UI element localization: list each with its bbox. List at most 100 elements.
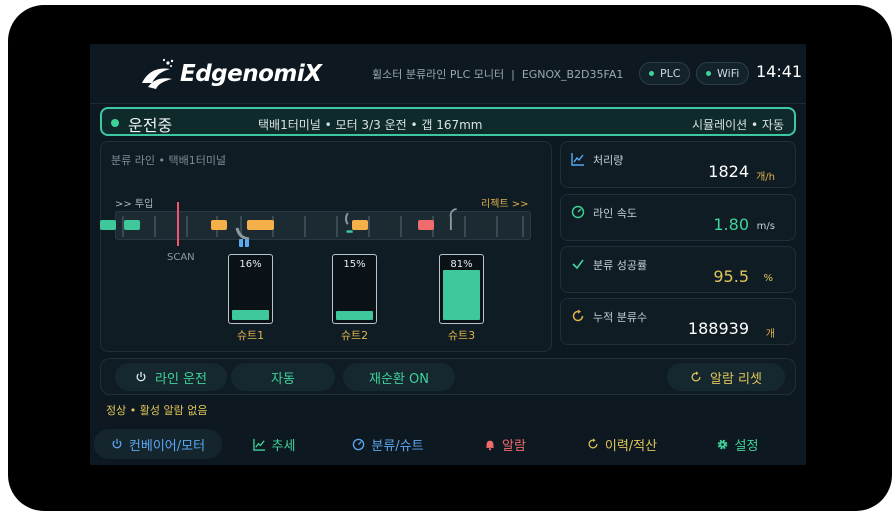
checkmark-icon (572, 259, 584, 270)
stat-throughput: 처리량 1824 개/h (560, 141, 796, 188)
clock: 14:41 (756, 62, 803, 81)
nav-conveyor-motor[interactable]: 컨베이어/모터 (94, 429, 222, 459)
wifi-status-dot (706, 71, 711, 76)
plc-status-label: PLC (660, 67, 681, 80)
belt-roller (336, 216, 338, 237)
chute-1: 16% (228, 254, 273, 324)
line-run-button[interactable]: 라인 운전 (115, 363, 227, 391)
stat-success-rate-value: 95.5 (713, 267, 749, 286)
speedometer-icon (353, 438, 365, 450)
control-bar: 라인 운전 자동 재순환 ON 알람 리셋 (100, 358, 796, 395)
bottom-nav: 컨베이어/모터 추세 분류/슈트 알람 이력/적산 설정 (90, 426, 806, 465)
stat-line-speed-unit: m/s (756, 221, 775, 232)
parcel-reject (418, 220, 434, 230)
wifi-status-pill: WiFi (696, 62, 750, 85)
diverter-3-icon (449, 208, 457, 230)
belt-roller (304, 216, 306, 237)
stat-throughput-unit: 개/h (756, 172, 775, 183)
nav-sort-chute[interactable]: 분류/슈트 (330, 429, 446, 459)
belt-roller (496, 216, 498, 237)
parcel (124, 220, 140, 230)
reset-icon (691, 371, 701, 382)
stat-throughput-value: 1824 (708, 162, 749, 181)
power-icon (112, 438, 122, 449)
chute-1-percent: 16% (239, 259, 262, 270)
nav-trend[interactable]: 추세 (230, 429, 318, 459)
alarm-reset-button[interactable]: 알람 리셋 (667, 363, 785, 391)
header: EdgenomiX 휠소터 분류라인 PLC 모니터 | EGNOX_B2D35… (90, 44, 806, 104)
chute-1-label: 슈트1 (236, 329, 265, 342)
wifi-status-label: WiFi (717, 67, 740, 80)
stat-success-rate-label: 분류 성공률 (593, 259, 648, 272)
stat-total-sorted-label: 누적 분류수 (593, 311, 648, 324)
alarm-status-note: 정상 • 활성 알람 없음 (106, 404, 208, 417)
operation-mode: 시뮬레이션 • 자동 (692, 118, 784, 132)
belt-roller (368, 216, 370, 237)
auto-mode-button[interactable]: 자동 (231, 363, 335, 391)
run-status-dot (111, 119, 119, 127)
nav-sort-chute-label: 분류/슈트 (371, 438, 424, 454)
parcel (258, 220, 274, 230)
brand-logo: EdgenomiX (138, 56, 322, 92)
bell-icon (485, 440, 495, 450)
header-subtitle: 휠소터 분류라인 PLC 모니터 | EGNOX_B2D35FA1 (372, 68, 624, 81)
run-state: 운전중 (128, 116, 173, 135)
nav-settings[interactable]: 설정 (690, 429, 784, 459)
brand-name: EdgenomiX (180, 61, 322, 87)
stat-throughput-label: 처리량 (593, 154, 624, 167)
scan-label: SCAN (167, 252, 195, 263)
belt-roller (154, 216, 156, 237)
stat-total-sorted: 누적 분류수 188939 개 (560, 298, 796, 345)
trend-chart-icon (571, 153, 584, 166)
gear-icon (717, 439, 727, 449)
line-run-label: 라인 운전 (155, 371, 207, 387)
nav-history-label: 이력/적산 (604, 438, 658, 454)
chute-2-percent: 15% (343, 259, 366, 270)
infeed-label: >> 투입 (115, 199, 154, 210)
alarm-reset-label: 알람 리셋 (710, 371, 762, 387)
auto-mode-label: 자동 (271, 371, 295, 387)
diverter-1-icon (235, 227, 250, 247)
refresh-icon (588, 438, 598, 449)
chute-1-fill (232, 310, 269, 320)
power-icon (136, 371, 146, 382)
nav-settings-label: 설정 (734, 438, 759, 454)
refresh-icon (572, 309, 584, 322)
belt-roller (400, 216, 402, 237)
speedometer-icon (571, 205, 585, 219)
brand-logo-icon (142, 58, 174, 89)
chute-3-label: 슈트3 (447, 329, 476, 342)
line-info: 택배1터미널 • 모터 3/3 운전 • 갭 167mm (258, 118, 483, 132)
recirculation-label: 재순환 ON (369, 371, 429, 387)
diverter-2-icon (345, 212, 353, 233)
chute-3: 81% (439, 254, 484, 324)
stat-success-rate: 분류 성공률 95.5 % (560, 246, 796, 293)
chute-2-label: 슈트2 (340, 329, 369, 342)
parcel (100, 220, 116, 230)
nav-alarm-label: 알람 (502, 438, 526, 454)
chute-2: 15% (332, 254, 377, 324)
belt-roller (522, 216, 524, 237)
stat-total-sorted-unit: 개 (765, 329, 775, 340)
parcel (211, 220, 227, 230)
trend-chart-icon (252, 438, 265, 451)
nav-trend-label: 추세 (271, 438, 296, 454)
belt-roller (464, 216, 466, 237)
scan-line (177, 202, 179, 246)
belt-roller (186, 216, 188, 237)
plc-status-dot (649, 71, 654, 76)
reject-label: 리젝트 >> (481, 199, 529, 210)
plc-status-pill: PLC (639, 62, 691, 85)
recirculation-toggle[interactable]: 재순환 ON (343, 363, 455, 391)
sort-line-title: 분류 라인 • 택배1터미널 (111, 154, 227, 167)
stat-line-speed-value: 1.80 (713, 215, 749, 234)
hmi-screen: EdgenomiX 휠소터 분류라인 PLC 모니터 | EGNOX_B2D35… (90, 44, 806, 465)
stat-total-sorted-value: 188939 (687, 319, 749, 338)
nav-history[interactable]: 이력/적산 (566, 429, 678, 459)
nav-alarm[interactable]: 알람 (458, 429, 552, 459)
run-status-bar: 운전중 택배1터미널 • 모터 3/3 운전 • 갭 167mm 시뮬레이션 •… (100, 107, 796, 136)
chute-3-fill (443, 270, 480, 320)
stat-success-rate-unit: % (763, 273, 773, 284)
stat-line-speed: 라인 속도 1.80 m/s (560, 194, 796, 241)
chute-2-fill (336, 311, 373, 320)
